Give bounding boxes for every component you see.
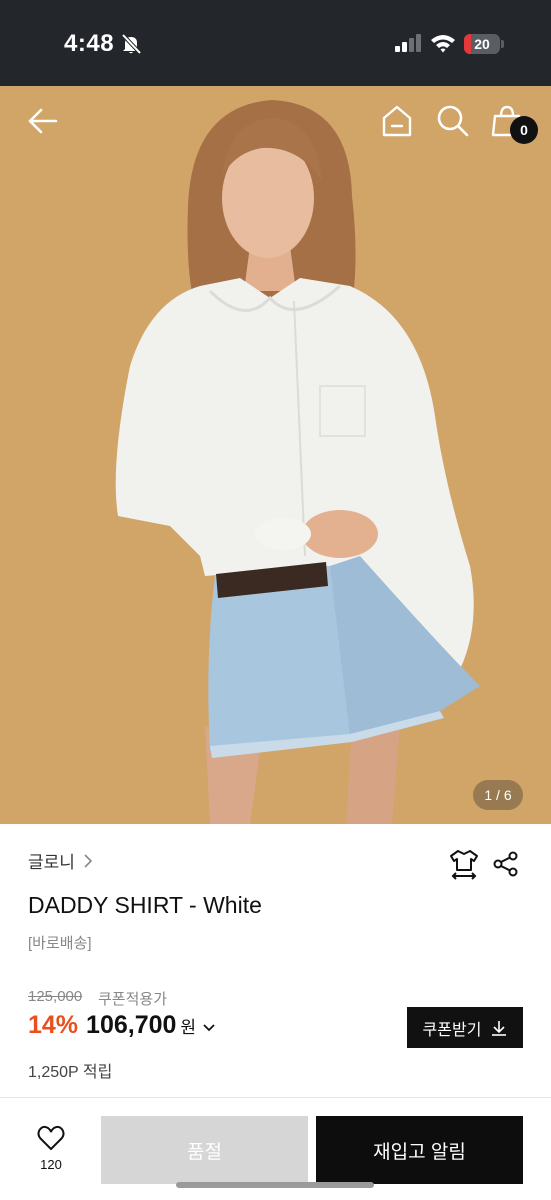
brand-name: 글로니 — [28, 853, 75, 872]
product-photo — [0, 86, 551, 824]
restock-notify-button[interactable]: 재입고 알림 — [316, 1116, 523, 1184]
heart-icon — [37, 1125, 65, 1150]
coupon-price-label: 쿠폰적용가 — [98, 991, 168, 1008]
image-page-indicator: 1 / 6 — [473, 780, 523, 810]
cart-count-badge: 0 — [510, 116, 538, 144]
price-row: 14% 106,700 원 — [28, 1011, 216, 1040]
get-coupon-button[interactable]: 쿠폰받기 — [407, 1007, 523, 1048]
status-time: 4:48 — [64, 30, 115, 57]
brand-link[interactable]: 글로니 — [28, 848, 93, 873]
download-icon — [492, 1020, 507, 1036]
product-name: DADDY SHIRT - White — [28, 892, 262, 918]
wishlist-button[interactable]: 120 — [26, 1125, 76, 1181]
currency-unit: 원 — [180, 1018, 197, 1037]
bell-muted-icon — [121, 33, 142, 55]
back-arrow-icon[interactable] — [26, 104, 60, 138]
home-indicator — [176, 1182, 374, 1188]
bottom-divider — [0, 1097, 551, 1098]
soldout-button[interactable]: 품절 — [101, 1116, 308, 1184]
shipping-tag: [바로배송] — [28, 935, 92, 952]
signal-icon — [395, 34, 421, 52]
chevron-down-icon[interactable] — [202, 1023, 216, 1033]
share-icon[interactable] — [492, 850, 520, 878]
size-guide-icon[interactable] — [448, 848, 480, 880]
chevron-right-icon — [84, 853, 93, 868]
battery-icon: 20 — [464, 34, 504, 54]
discount-rate: 14% — [28, 1011, 79, 1039]
product-image-carousel[interactable]: 0 1 / 6 — [0, 86, 551, 824]
status-bar: 4:48 20 — [0, 0, 551, 86]
search-icon[interactable] — [436, 104, 470, 138]
original-price: 125,000 — [28, 988, 83, 1005]
battery-level: 20 — [474, 36, 490, 52]
reward-points: 1,250P 적립 — [28, 1064, 113, 1081]
wifi-icon — [431, 35, 455, 53]
wishlist-count: 120 — [40, 1157, 62, 1172]
sale-price: 106,700 — [86, 1011, 177, 1039]
coupon-button-label: 쿠폰받기 — [422, 1021, 482, 1039]
home-icon[interactable] — [380, 104, 414, 138]
